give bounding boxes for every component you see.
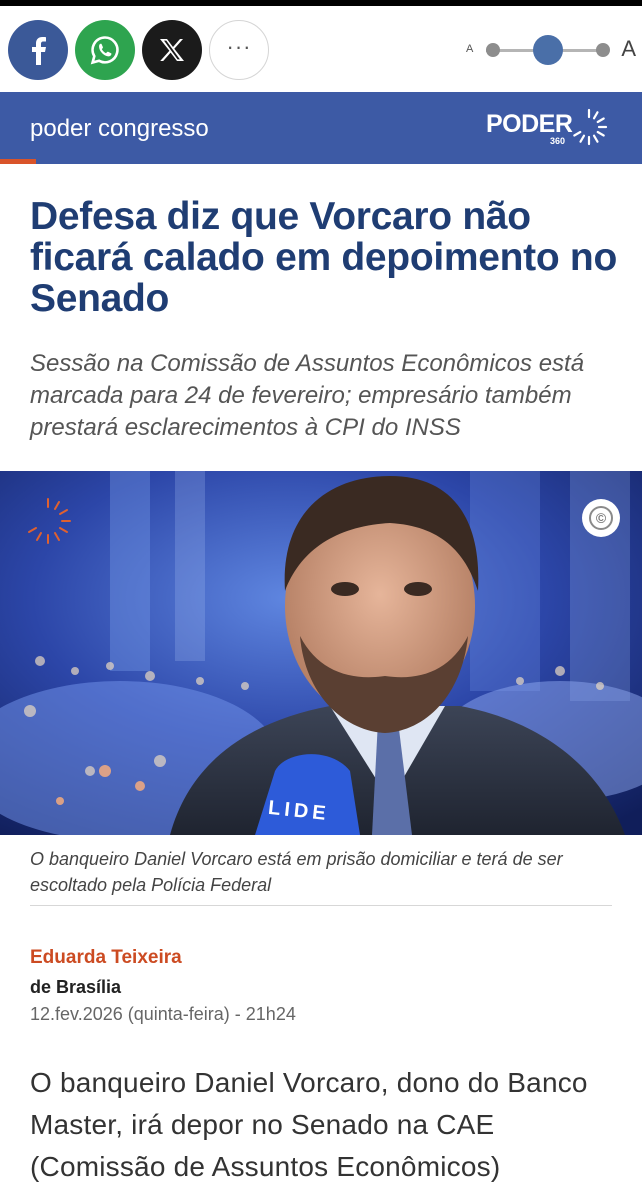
font-large-label: A [621, 36, 636, 61]
section-accent-bar [0, 159, 36, 164]
photo-illustration [0, 471, 642, 835]
whatsapp-icon [90, 36, 119, 65]
slider-knob[interactable] [533, 35, 563, 65]
author-link[interactable]: Eduarda Teixeira [30, 947, 182, 969]
more-icon: ··· [226, 34, 252, 59]
share-bar: ··· A A [0, 6, 642, 92]
section-header: poder congresso PODER 360 [0, 92, 642, 164]
facebook-share-button[interactable] [8, 20, 68, 80]
whatsapp-share-button[interactable] [75, 20, 135, 80]
poder360-logo[interactable]: PODER 360 [486, 106, 610, 146]
font-size-slider[interactable]: A A [466, 32, 636, 68]
article-headline: Defesa diz que Vorcaro não ficará calado… [30, 195, 617, 320]
slider-stop-small[interactable] [486, 43, 500, 57]
font-small-label: A [466, 43, 474, 55]
article-subtitle: Sessão na Comissão de Assuntos Econômico… [30, 350, 585, 441]
section-label[interactable]: poder congresso [30, 115, 209, 143]
logo-text: PODER [486, 110, 573, 138]
x-share-button[interactable] [142, 20, 202, 80]
more-options-button[interactable]: ··· [209, 20, 269, 80]
publish-date: 12.fev.2026 (quinta-feira) - 21h24 [30, 1004, 296, 1024]
caption-divider [30, 905, 612, 906]
copyright-icon: © [589, 506, 613, 530]
article-body: O banqueiro Daniel Vorcaro, dono do Banc… [30, 1067, 588, 1182]
copyright-badge[interactable]: © [582, 499, 620, 537]
article-photo[interactable] [0, 471, 642, 835]
byline-location: de Brasília [30, 977, 122, 997]
facebook-icon [32, 37, 46, 65]
photo-caption: O banqueiro Daniel Vorcaro está em prisã… [30, 849, 563, 895]
slider-stop-large[interactable] [596, 43, 610, 57]
x-icon [160, 39, 184, 61]
logo-sub: 360 [550, 136, 566, 146]
logo-sunburst-icon [573, 108, 608, 146]
